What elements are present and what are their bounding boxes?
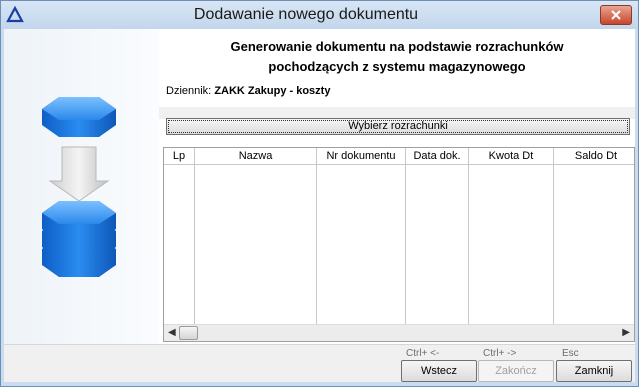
grid-header-data-dok[interactable]: Data dok.	[406, 148, 468, 164]
database-transfer-icon	[42, 97, 116, 277]
dialog-window: Dodawanie nowego dokumentu Generowanie d…	[0, 0, 639, 387]
footer-divider	[4, 344, 635, 345]
journal-value: ZAKK Zakupy - koszty	[214, 85, 331, 97]
wizard-heading-line-1: Generowanie dokumentu na podstawie rozra…	[230, 39, 564, 54]
journal-info: Dziennik: ZAKK Zakupy - koszty	[166, 85, 330, 97]
grid-header-saldo-dt[interactable]: Saldo Dt	[554, 148, 634, 164]
grid-column-lp[interactable]: Lp	[164, 148, 195, 324]
wizard-side-panel	[4, 29, 159, 344]
close-shortcut: Esc	[562, 348, 579, 359]
title-bar[interactable]: Dodawanie nowego dokumentu	[1, 1, 638, 29]
back-shortcut: Ctrl+ <-	[406, 348, 440, 359]
settlements-grid[interactable]: Lp Nazwa Nr dokumentu Data dok. Kwota Dt…	[163, 147, 635, 342]
grid-header-lp[interactable]: Lp	[164, 148, 194, 164]
scroll-right-icon[interactable]: ▶	[622, 327, 630, 338]
back-button[interactable]: Wstecz	[401, 360, 477, 382]
grid-header-nazwa[interactable]: Nazwa	[195, 148, 316, 164]
finish-shortcut: Ctrl+ ->	[483, 348, 517, 359]
wizard-heading: Generowanie dokumentu na podstawie rozra…	[159, 37, 635, 77]
scroll-thumb[interactable]	[179, 326, 198, 340]
dialog-client-area: Generowanie dokumentu na podstawie rozra…	[4, 29, 635, 382]
choose-settlements-button[interactable]: Wybierz rozrachunki	[166, 118, 630, 135]
grid-column-nazwa[interactable]: Nazwa	[195, 148, 317, 324]
close-button[interactable]: Zamknij	[556, 360, 632, 382]
grid-column-data-dok[interactable]: Data dok.	[406, 148, 469, 324]
wizard-content-panel: Generowanie dokumentu na podstawie rozra…	[159, 29, 635, 344]
grid-column-saldo-dt[interactable]: Saldo Dt	[554, 148, 634, 324]
grid-column-nr-dokumentu[interactable]: Nr dokumentu	[317, 148, 406, 324]
grid-header-kwota-dt[interactable]: Kwota Dt	[469, 148, 553, 164]
close-icon	[611, 10, 621, 20]
grid-header-nr-dokumentu[interactable]: Nr dokumentu	[317, 148, 405, 164]
wizard-heading-line-2: pochodzących z systemu magazynowego	[268, 59, 526, 74]
close-window-button[interactable]	[600, 5, 632, 25]
journal-label: Dziennik:	[166, 85, 212, 97]
grid-column-kwota-dt[interactable]: Kwota Dt	[469, 148, 554, 324]
window-title: Dodawanie nowego dokumentu	[193, 6, 419, 23]
finish-button[interactable]: Zakończ	[478, 360, 554, 382]
horizontal-scrollbar[interactable]: ◀ ▶	[164, 324, 634, 341]
scroll-left-icon[interactable]: ◀	[168, 327, 176, 338]
